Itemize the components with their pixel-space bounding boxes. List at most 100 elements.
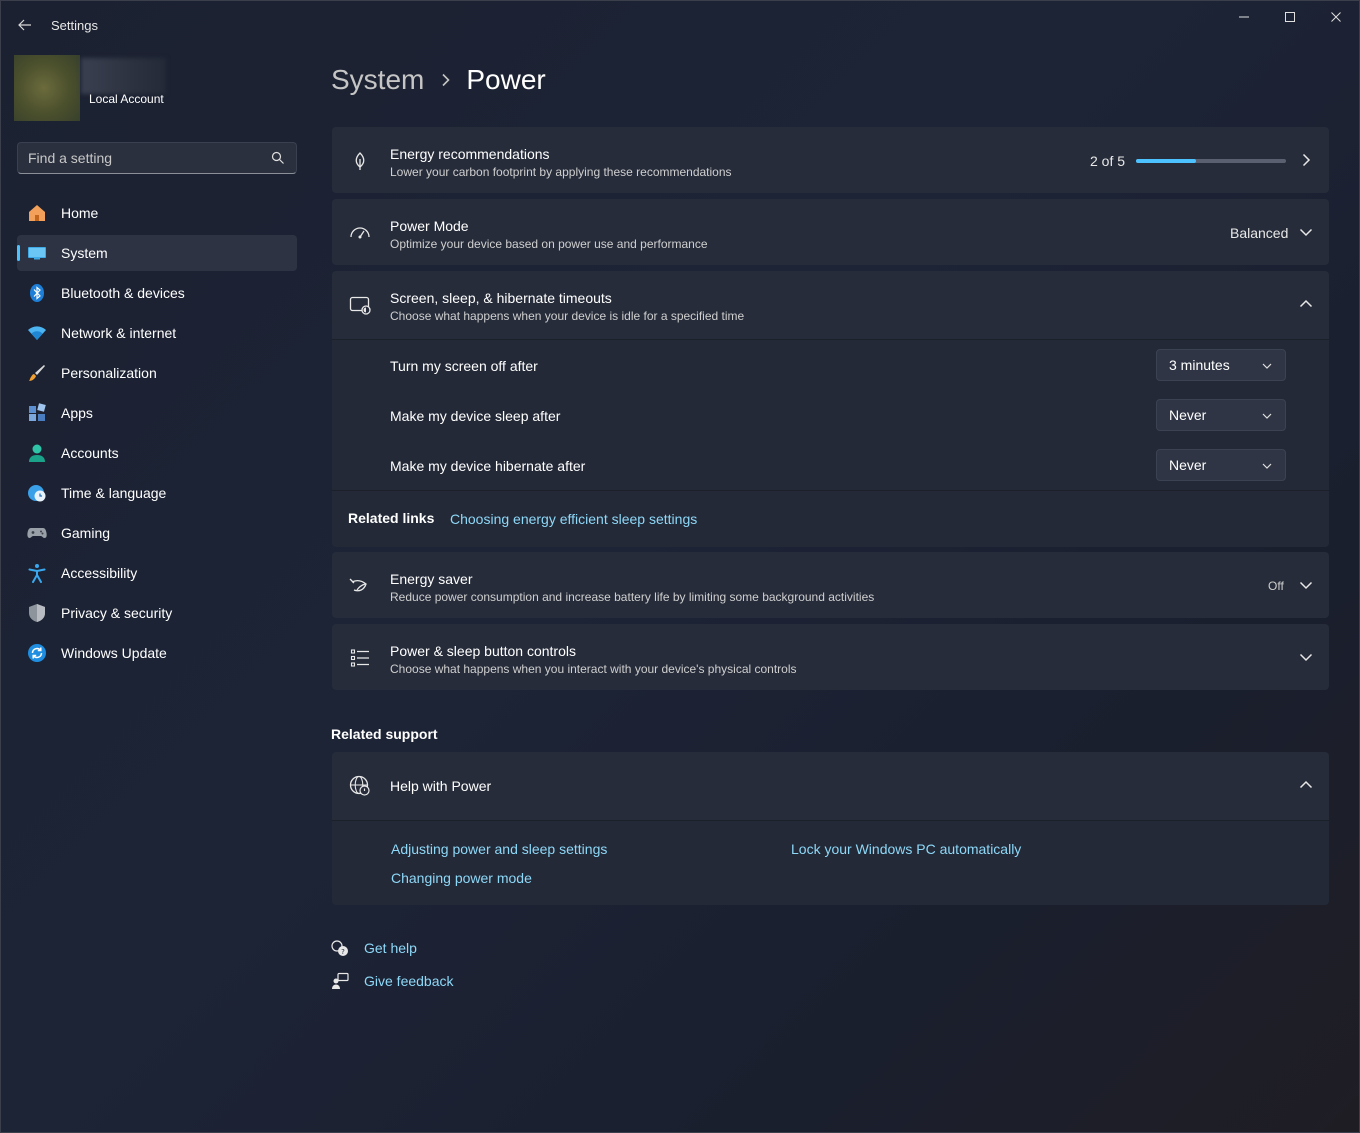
sidebar-item-accessibility[interactable]: Accessibility <box>17 555 297 591</box>
sleep-dropdown[interactable]: Never <box>1156 399 1286 431</box>
back-button[interactable] <box>12 12 38 38</box>
account-type: Local Account <box>89 92 164 106</box>
chevron-down-icon[interactable] <box>1299 650 1313 664</box>
hibernate-label: Make my device hibernate after <box>390 458 586 474</box>
minimize-button[interactable] <box>1221 0 1267 34</box>
sidebar-item-label: System <box>61 245 108 261</box>
screen-off-dropdown[interactable]: 3 minutes <box>1156 349 1286 381</box>
sidebar-item-label: Personalization <box>61 365 157 381</box>
maximize-button[interactable] <box>1267 0 1313 34</box>
energy-recommendations-title: Energy recommendations <box>390 146 550 162</box>
power-mode-card[interactable]: Power Mode Optimize your device based on… <box>332 199 1329 265</box>
give-feedback-link[interactable]: Give feedback <box>364 973 454 989</box>
avatar <box>14 55 80 121</box>
power-mode-title: Power Mode <box>390 218 469 234</box>
help-with-power-title: Help with Power <box>390 778 492 794</box>
sidebar-item-label: Time & language <box>61 485 167 501</box>
sidebar-item-time-language[interactable]: Time & language <box>17 475 297 511</box>
update-icon <box>27 643 47 663</box>
search-box[interactable] <box>17 142 297 174</box>
list-icon <box>349 647 371 669</box>
chevron-right-icon[interactable] <box>1299 153 1313 167</box>
apps-icon <box>27 403 47 423</box>
sidebar-item-personalization[interactable]: Personalization <box>17 355 297 391</box>
related-links-label: Related links <box>348 510 435 526</box>
energy-saver-card[interactable]: Energy saver Reduce power consumption an… <box>332 552 1329 618</box>
sidebar-item-label: Apps <box>61 405 93 421</box>
sleep-setting: Make my device sleep after Never <box>332 390 1329 440</box>
recommendations-progress-text: 2 of 5 <box>1090 153 1126 169</box>
sidebar-item-label: Home <box>61 205 99 221</box>
chevron-up-icon[interactable] <box>1299 297 1313 311</box>
maximize-icon <box>1285 12 1295 22</box>
sidebar-item-accounts[interactable]: Accounts <box>17 435 297 471</box>
screen-off-setting: Turn my screen off after 3 minutes <box>332 340 1329 390</box>
person-icon <box>27 443 47 463</box>
breadcrumb-parent[interactable]: System <box>331 64 424 96</box>
hibernate-dropdown[interactable]: Never <box>1156 449 1286 481</box>
sidebar-item-windows-update[interactable]: Windows Update <box>17 635 297 671</box>
timeouts-subtitle: Choose what happens when your device is … <box>390 309 745 323</box>
sidebar-item-network[interactable]: Network & internet <box>17 315 297 351</box>
timeouts-card-header[interactable]: Screen, sleep, & hibernate timeouts Choo… <box>332 271 1329 339</box>
help-link-lock-pc[interactable]: Lock your Windows PC automatically <box>791 841 1021 857</box>
button-controls-title: Power & sleep button controls <box>390 643 576 659</box>
timeouts-title: Screen, sleep, & hibernate timeouts <box>390 290 612 306</box>
chevron-up-icon[interactable] <box>1299 778 1313 792</box>
help-link-adjusting-power[interactable]: Adjusting power and sleep settings <box>391 841 607 857</box>
globe-help-icon <box>349 775 371 797</box>
chevron-down-icon <box>1261 360 1273 372</box>
close-button[interactable] <box>1313 0 1359 34</box>
sidebar-nav: Home System Bluetooth & devices Network … <box>17 195 297 675</box>
get-help-row[interactable]: ? Get help <box>331 937 417 959</box>
search-input[interactable] <box>28 149 258 167</box>
hibernate-setting: Make my device hibernate after Never <box>332 440 1329 490</box>
sidebar-item-home[interactable]: Home <box>17 195 297 231</box>
related-support-heading: Related support <box>331 726 438 742</box>
chevron-down-icon <box>1261 460 1273 472</box>
help-link-changing-power-mode[interactable]: Changing power mode <box>391 870 532 886</box>
recommendations-progress-fill <box>1136 159 1196 163</box>
page-title: Power <box>466 64 546 95</box>
sidebar-item-label: Gaming <box>61 525 111 541</box>
energy-recommendations-card[interactable]: Energy recommendations Lower your carbon… <box>332 127 1329 193</box>
system-icon <box>27 243 47 263</box>
related-links-row: Related links Choosing energy efficient … <box>332 490 1329 548</box>
help-with-power-header[interactable]: Help with Power <box>332 752 1329 820</box>
shield-icon <box>27 603 47 623</box>
recommendations-progress-bar <box>1136 159 1286 163</box>
app-title: Settings <box>51 18 98 33</box>
sidebar-item-privacy[interactable]: Privacy & security <box>17 595 297 631</box>
sidebar-item-label: Privacy & security <box>61 605 173 621</box>
wifi-icon <box>27 323 47 343</box>
sidebar-item-label: Bluetooth & devices <box>61 285 185 301</box>
energy-saver-leaf-icon <box>349 575 371 597</box>
energy-sleep-settings-link[interactable]: Choosing energy efficient sleep settings <box>450 511 697 527</box>
user-profile[interactable]: Local Account <box>14 55 304 121</box>
chevron-down-icon[interactable] <box>1299 578 1313 592</box>
bluetooth-icon <box>27 283 47 303</box>
sidebar-item-gaming[interactable]: Gaming <box>17 515 297 551</box>
chevron-down-icon[interactable] <box>1299 225 1313 239</box>
energy-saver-subtitle: Reduce power consumption and increase ba… <box>390 590 875 604</box>
minimize-icon <box>1239 16 1249 18</box>
give-feedback-row[interactable]: Give feedback <box>331 970 454 992</box>
brush-icon <box>27 363 47 383</box>
sidebar-item-system[interactable]: System <box>17 235 297 271</box>
power-mode-gauge-icon <box>349 222 371 244</box>
feedback-icon <box>331 972 349 990</box>
screen-sleep-icon <box>349 294 371 316</box>
sidebar-item-label: Windows Update <box>61 645 167 661</box>
chevron-right-icon <box>441 73 451 87</box>
svg-text:?: ? <box>341 948 345 956</box>
energy-saver-state: Off <box>1268 579 1284 593</box>
sidebar-item-bluetooth[interactable]: Bluetooth & devices <box>17 275 297 311</box>
sleep-label: Make my device sleep after <box>390 408 561 424</box>
help-links-panel: Adjusting power and sleep settings Chang… <box>332 820 1329 905</box>
get-help-link[interactable]: Get help <box>364 940 417 956</box>
search-icon[interactable] <box>271 151 285 165</box>
back-arrow-icon <box>18 19 31 31</box>
button-controls-card[interactable]: Power & sleep button controls Choose wha… <box>332 624 1329 690</box>
sidebar-item-apps[interactable]: Apps <box>17 395 297 431</box>
power-mode-value[interactable]: Balanced <box>1230 225 1288 241</box>
